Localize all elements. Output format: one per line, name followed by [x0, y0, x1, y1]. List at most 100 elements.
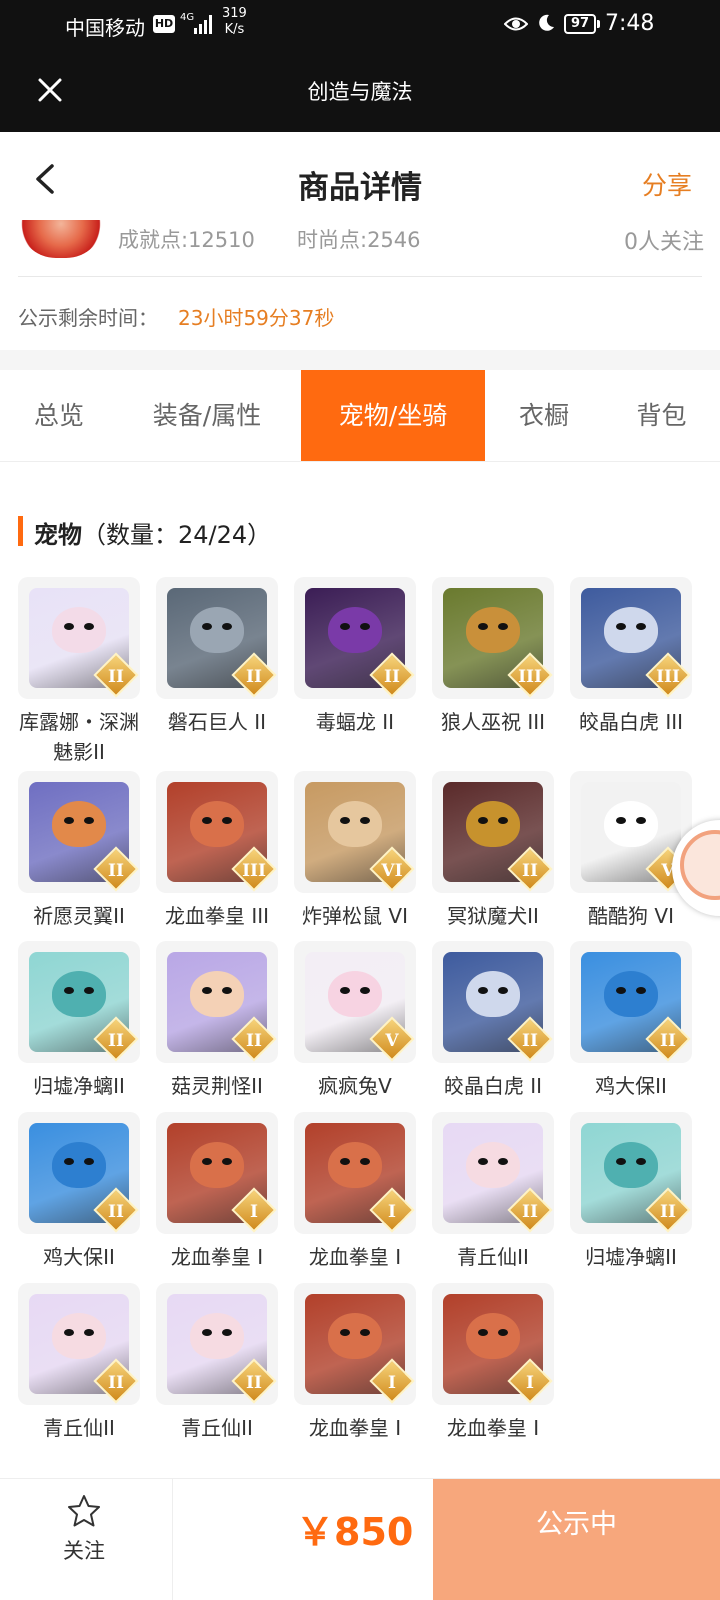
tab-wardrobe[interactable]: 衣橱 — [485, 370, 603, 461]
publicity-countdown: 23小时59分37秒 — [178, 306, 335, 330]
pet-card[interactable]: II 鸡大保II — [570, 941, 692, 1131]
app-bar: 创造与魔法 — [0, 50, 720, 132]
app-title: 创造与魔法 — [307, 80, 413, 104]
tier-badge-label: I — [388, 1373, 396, 1393]
fashion-points: 时尚点:2546 — [297, 228, 421, 252]
pet-name: 库露娜・深渊魅影II — [19, 710, 139, 764]
pet-card[interactable]: III 皎晶白虎 III — [570, 577, 692, 767]
pet-card[interactable]: II 青丘仙II — [18, 1283, 140, 1473]
pet-card[interactable]: I 龙血拳皇 I — [432, 1283, 554, 1473]
pet-face — [604, 1142, 658, 1188]
pet-card[interactable]: III 狼人巫祝 III — [432, 577, 554, 767]
pet-card[interactable]: I 龙血拳皇 I — [294, 1283, 416, 1473]
pet-face — [190, 801, 244, 847]
tier-badge-label: II — [246, 1373, 262, 1393]
pet-card[interactable]: I 龙血拳皇 I — [156, 1112, 278, 1302]
pet-name: 狼人巫祝 III — [440, 710, 546, 734]
battery-tip — [597, 20, 600, 28]
pet-card[interactable]: II 青丘仙II — [156, 1283, 278, 1473]
status-button[interactable]: 公示中 — [433, 1479, 720, 1600]
pet-name: 疯疯兔V — [318, 1074, 392, 1098]
pet-name: 青丘仙II — [43, 1416, 115, 1440]
tier-badge-label: V — [385, 1031, 399, 1051]
pet-eye — [64, 623, 74, 630]
pet-eye — [478, 1158, 488, 1165]
pet-thumbnail: I — [432, 1283, 554, 1405]
pet-face — [52, 607, 106, 653]
pet-eye — [498, 987, 508, 994]
pet-card[interactable]: II 库露娜・深渊魅影II — [18, 577, 140, 767]
pet-eye — [360, 987, 370, 994]
pet-thumbnail: II — [156, 577, 278, 699]
pet-eye — [478, 1329, 488, 1336]
pet-card[interactable]: VI 炸弹松鼠 VI — [294, 771, 416, 961]
tier-badge-label: II — [660, 1202, 676, 1222]
pet-card[interactable]: II 归墟净螭II — [570, 1112, 692, 1302]
eye-comfort-icon — [504, 17, 528, 31]
pet-card[interactable]: III 龙血拳皇 III — [156, 771, 278, 961]
page-header: 商品详情 分享 — [0, 132, 720, 224]
tier-badge-label: II — [384, 667, 400, 687]
pet-card[interactable]: II 皎晶白虎 II — [432, 941, 554, 1131]
pet-thumbnail: II — [432, 941, 554, 1063]
pet-card[interactable]: II 青丘仙II — [432, 1112, 554, 1302]
pet-card[interactable]: II 祈愿灵翼II — [18, 771, 140, 961]
pet-face — [328, 1142, 382, 1188]
network-type: 4G — [180, 12, 195, 23]
tier-badge-label: II — [108, 1031, 124, 1051]
pet-eye — [340, 987, 350, 994]
pet-eye — [64, 1329, 74, 1336]
do-not-disturb-icon — [539, 14, 554, 31]
pet-face — [190, 607, 244, 653]
price: ￥850 — [296, 1510, 414, 1554]
pet-name: 归墟净螭II — [33, 1074, 125, 1098]
pet-card[interactable]: I 龙血拳皇 I — [294, 1112, 416, 1302]
tab-pets-mounts[interactable]: 宠物/坐骑 — [301, 370, 485, 461]
pet-name: 龙血拳皇 I — [308, 1245, 402, 1269]
tier-badge-label: II — [108, 667, 124, 687]
pet-face — [52, 801, 106, 847]
pet-thumbnail: V — [294, 941, 416, 1063]
tier-badge-label: II — [108, 1373, 124, 1393]
tab-backpack[interactable]: 背包 — [603, 370, 720, 461]
star-icon[interactable] — [67, 1494, 101, 1528]
pet-face — [466, 971, 520, 1017]
pet-thumbnail: I — [294, 1283, 416, 1405]
pet-card[interactable]: II 菇灵荆怪II — [156, 941, 278, 1131]
pet-eye — [202, 1329, 212, 1336]
follow-button[interactable]: 关注 — [63, 1535, 105, 1565]
tier-badge-label: II — [246, 667, 262, 687]
pet-name: 青丘仙II — [181, 1416, 253, 1440]
pet-face — [52, 1142, 106, 1188]
pet-face — [328, 801, 382, 847]
pet-eye — [84, 817, 94, 824]
network-speed: 319 K/s — [222, 6, 247, 37]
pet-thumbnail: III — [432, 577, 554, 699]
pet-card[interactable]: V 疯疯兔V — [294, 941, 416, 1131]
pet-eye — [222, 1158, 232, 1165]
pet-card[interactable]: II 鸡大保II — [18, 1112, 140, 1302]
tier-badge-label: I — [388, 1202, 396, 1222]
tab-overview[interactable]: 总览 — [0, 370, 118, 461]
share-button[interactable]: 分享 — [642, 166, 692, 202]
pet-thumbnail: II — [18, 1112, 140, 1234]
pet-eye — [202, 623, 212, 630]
pet-thumbnail: II — [156, 1283, 278, 1405]
pet-card[interactable]: II 磐石巨人 II — [156, 577, 278, 767]
pet-eye — [360, 623, 370, 630]
pet-card[interactable]: II 冥狱魔犬II — [432, 771, 554, 961]
tier-badge-label: II — [522, 861, 538, 881]
pet-eye — [222, 1329, 232, 1336]
tab-equipment[interactable]: 装备/属性 — [118, 370, 296, 461]
tier-badge-label: II — [246, 1031, 262, 1051]
tier-badge-label: III — [656, 667, 680, 687]
pet-thumbnail: I — [156, 1112, 278, 1234]
pet-card[interactable]: II 毒蝠龙 II — [294, 577, 416, 767]
pet-eye — [616, 623, 626, 630]
pet-card[interactable]: II 归墟净螭II — [18, 941, 140, 1131]
pet-name: 龙血拳皇 I — [446, 1416, 540, 1440]
pet-name: 祈愿灵翼II — [33, 904, 125, 928]
pet-eye — [340, 623, 350, 630]
pet-face — [604, 801, 658, 847]
pet-thumbnail: III — [570, 577, 692, 699]
